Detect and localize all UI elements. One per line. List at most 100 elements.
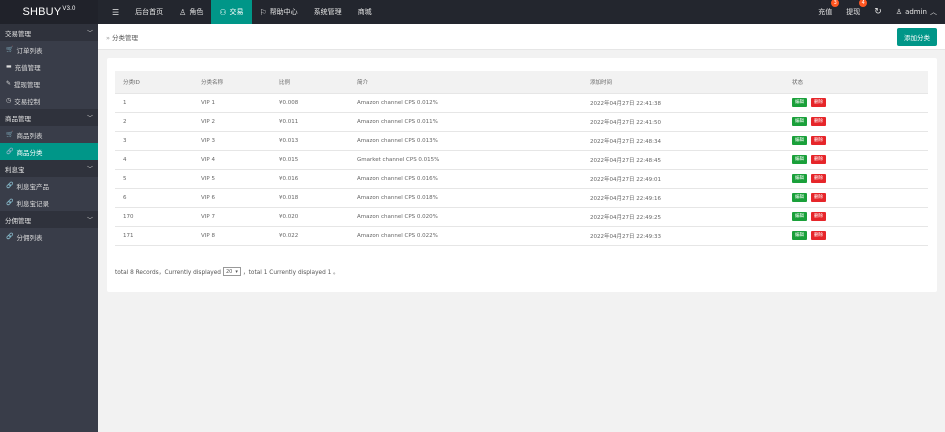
cell-actions: 编辑 删除	[784, 93, 928, 113]
nav-item-4[interactable]: ⚐ 帮助中心	[252, 0, 306, 24]
edit-button[interactable]: 编辑	[792, 231, 807, 240]
sidebar-item-icon: ◷	[6, 97, 12, 104]
cell-id: 2	[115, 112, 193, 132]
delete-button[interactable]: 删除	[811, 174, 826, 183]
chevron-down-icon: ▾	[235, 268, 238, 275]
user-icon: ♙	[179, 7, 187, 17]
edit-button[interactable]: 编辑	[792, 212, 807, 221]
breadcrumb-bar: » 分类管理 添加分类	[98, 24, 945, 50]
cell-ratio: ¥0.015	[271, 150, 349, 170]
add-category-button[interactable]: 添加分类	[897, 28, 937, 46]
table-row: 171 VIP 8 ¥0.022 Amazon channel CPS 0.022% 2…	[115, 226, 928, 246]
sidebar-item-label: 充值管理	[14, 63, 41, 72]
table-row: 1 VIP 1 ¥0.008 Amazon channel CPS 0.012% 202…	[115, 93, 928, 113]
nav-item-2[interactable]: ♙ 角色	[171, 0, 211, 24]
edit-button[interactable]: 编辑	[792, 117, 807, 126]
cell-desc: Amazon channel CPS 0.011%	[349, 112, 582, 132]
table-row: 170 VIP 7 ¥0.020 Amazon channel CPS 0.020% 2…	[115, 207, 928, 227]
sidebar: 交易管理 ﹀ 🛒 订单列表 ▬ 充值管理 ✎ 提现管理 ◷ 交易控制 商品管理 ﹀ 🛒 商品列表 🔗 商品分类…	[0, 24, 98, 432]
nav-item-label: 帮助中心	[269, 8, 298, 16]
edit-button[interactable]: 编辑	[792, 193, 807, 202]
withdraw-link[interactable]: 提现 4	[846, 0, 868, 17]
breadcrumb-label: 分类管理	[111, 33, 138, 42]
edit-button[interactable]: 编辑	[792, 174, 807, 183]
sidebar-item-6[interactable]: 🛒 商品列表	[0, 126, 98, 143]
sidebar-item-9[interactable]: 🔗 利息宝产品	[0, 177, 98, 194]
sidebar-item-3[interactable]: ✎ 提现管理	[0, 75, 98, 92]
sidebar-item-4[interactable]: ◷ 交易控制	[0, 92, 98, 109]
sidebar-item-10[interactable]: 🔗 利息宝记录	[0, 194, 98, 211]
cell-time: 2022年04月27日 22:48:45	[582, 150, 784, 170]
cell-desc: Gmarket channel CPS 0.015%	[349, 150, 582, 170]
sidebar-item-icon: 🛒	[6, 46, 14, 53]
cell-actions: 编辑 删除	[784, 150, 928, 170]
table-row: 4 VIP 4 ¥0.015 Gmarket channel CPS 0.015% 20…	[115, 150, 928, 170]
nav-item-0[interactable]: ☰	[104, 0, 127, 24]
table-row: 2 VIP 2 ¥0.011 Amazon channel CPS 0.011% 202…	[115, 112, 928, 132]
cell-name: VIP 7	[193, 207, 271, 227]
table-row: 5 VIP 5 ¥0.016 Amazon channel CPS 0.016% 202…	[115, 169, 928, 189]
cell-id: 1	[115, 93, 193, 113]
sidebar-item-2[interactable]: ▬ 充值管理	[0, 58, 98, 75]
cell-time: 2022年04月27日 22:49:16	[582, 188, 784, 208]
user-menu[interactable]: ♙ admin ︿	[896, 7, 937, 17]
nav-item-1[interactable]: 后台首页	[127, 0, 171, 24]
nav-item-5[interactable]: 系统管理	[306, 0, 350, 24]
cell-desc: Amazon channel CPS 0.018%	[349, 188, 582, 208]
delete-button[interactable]: 删除	[811, 155, 826, 164]
app-logo[interactable]: SHBUY V3.0	[0, 0, 98, 24]
sidebar-group-11[interactable]: 分佣管理 ﹀	[0, 211, 98, 228]
cell-actions: 编辑 删除	[784, 112, 928, 132]
chevron-down-icon: ﹀	[86, 30, 93, 37]
sidebar-item-label: 利息宝记录	[16, 199, 49, 208]
page-size-value: 20	[225, 268, 233, 275]
sidebar-item-label: 利息宝产品	[16, 182, 49, 191]
chevron-down-icon: ﹀	[86, 166, 93, 173]
edit-button[interactable]: 编辑	[792, 155, 807, 164]
cell-actions: 编辑 删除	[784, 131, 928, 151]
cell-desc: Amazon channel CPS 0.016%	[349, 169, 582, 189]
sidebar-group-label: 交易管理	[5, 29, 31, 38]
sidebar-group-label: 商品管理	[5, 114, 31, 123]
nav-item-label: 角色	[189, 8, 204, 16]
sidebar-group-label: 分佣管理	[5, 216, 31, 225]
sidebar-item-12[interactable]: 🔗 分佣列表	[0, 228, 98, 245]
delete-button[interactable]: 删除	[811, 212, 826, 221]
flag-icon: ⚐	[259, 7, 267, 17]
delete-button[interactable]: 删除	[811, 193, 826, 202]
delete-button[interactable]: 删除	[811, 231, 826, 240]
recharge-link[interactable]: 充值 3	[818, 0, 840, 17]
page-size-select[interactable]: 20 ▾	[222, 267, 241, 276]
sidebar-item-7[interactable]: 🔗 商品分类	[0, 143, 98, 160]
edit-button[interactable]: 编辑	[792, 98, 807, 107]
cell-actions: 编辑 删除	[784, 188, 928, 208]
delete-button[interactable]: 删除	[811, 136, 826, 145]
cell-id: 3	[115, 131, 193, 151]
user-name: admin	[905, 8, 927, 16]
cell-name: VIP 4	[193, 150, 271, 170]
nav-item-3[interactable]: ⚇ 交易	[211, 0, 252, 24]
pagination-prefix: total 8 Records，Currently displayed	[115, 270, 221, 276]
cell-ratio: ¥0.011	[271, 112, 349, 132]
refresh-icon[interactable]: ↻	[874, 7, 882, 17]
column-header: 简介	[349, 71, 582, 94]
withdraw-badge: 4	[859, 0, 868, 7]
cell-id: 5	[115, 169, 193, 189]
category-card: 分类ID 分类名称 比例 简介 添加时间 状态 1 VIP 1 ¥0.008 Amazon ch…	[107, 58, 937, 292]
pagination-suffix: ，total 1 Currently displayed 1 。	[242, 270, 339, 276]
edit-button[interactable]: 编辑	[792, 136, 807, 145]
table-row: 3 VIP 3 ¥0.013 Amazon channel CPS 0.013% 202…	[115, 131, 928, 151]
delete-button[interactable]: 删除	[811, 117, 826, 126]
chevron-down-icon: ﹀	[86, 217, 93, 224]
sidebar-item-icon: ✎	[6, 80, 12, 87]
delete-button[interactable]: 删除	[811, 98, 826, 107]
cell-actions: 编辑 删除	[784, 226, 928, 246]
cell-id: 170	[115, 207, 193, 227]
sidebar-item-1[interactable]: 🛒 订单列表	[0, 41, 98, 58]
exchange-icon: ⚇	[219, 7, 227, 17]
sidebar-group-8[interactable]: 利息宝 ﹀	[0, 160, 98, 177]
sidebar-group-5[interactable]: 商品管理 ﹀	[0, 109, 98, 126]
nav-item-6[interactable]: 商城	[350, 0, 380, 24]
sidebar-group-0[interactable]: 交易管理 ﹀	[0, 24, 98, 41]
sidebar-item-label: 订单列表	[16, 46, 43, 55]
